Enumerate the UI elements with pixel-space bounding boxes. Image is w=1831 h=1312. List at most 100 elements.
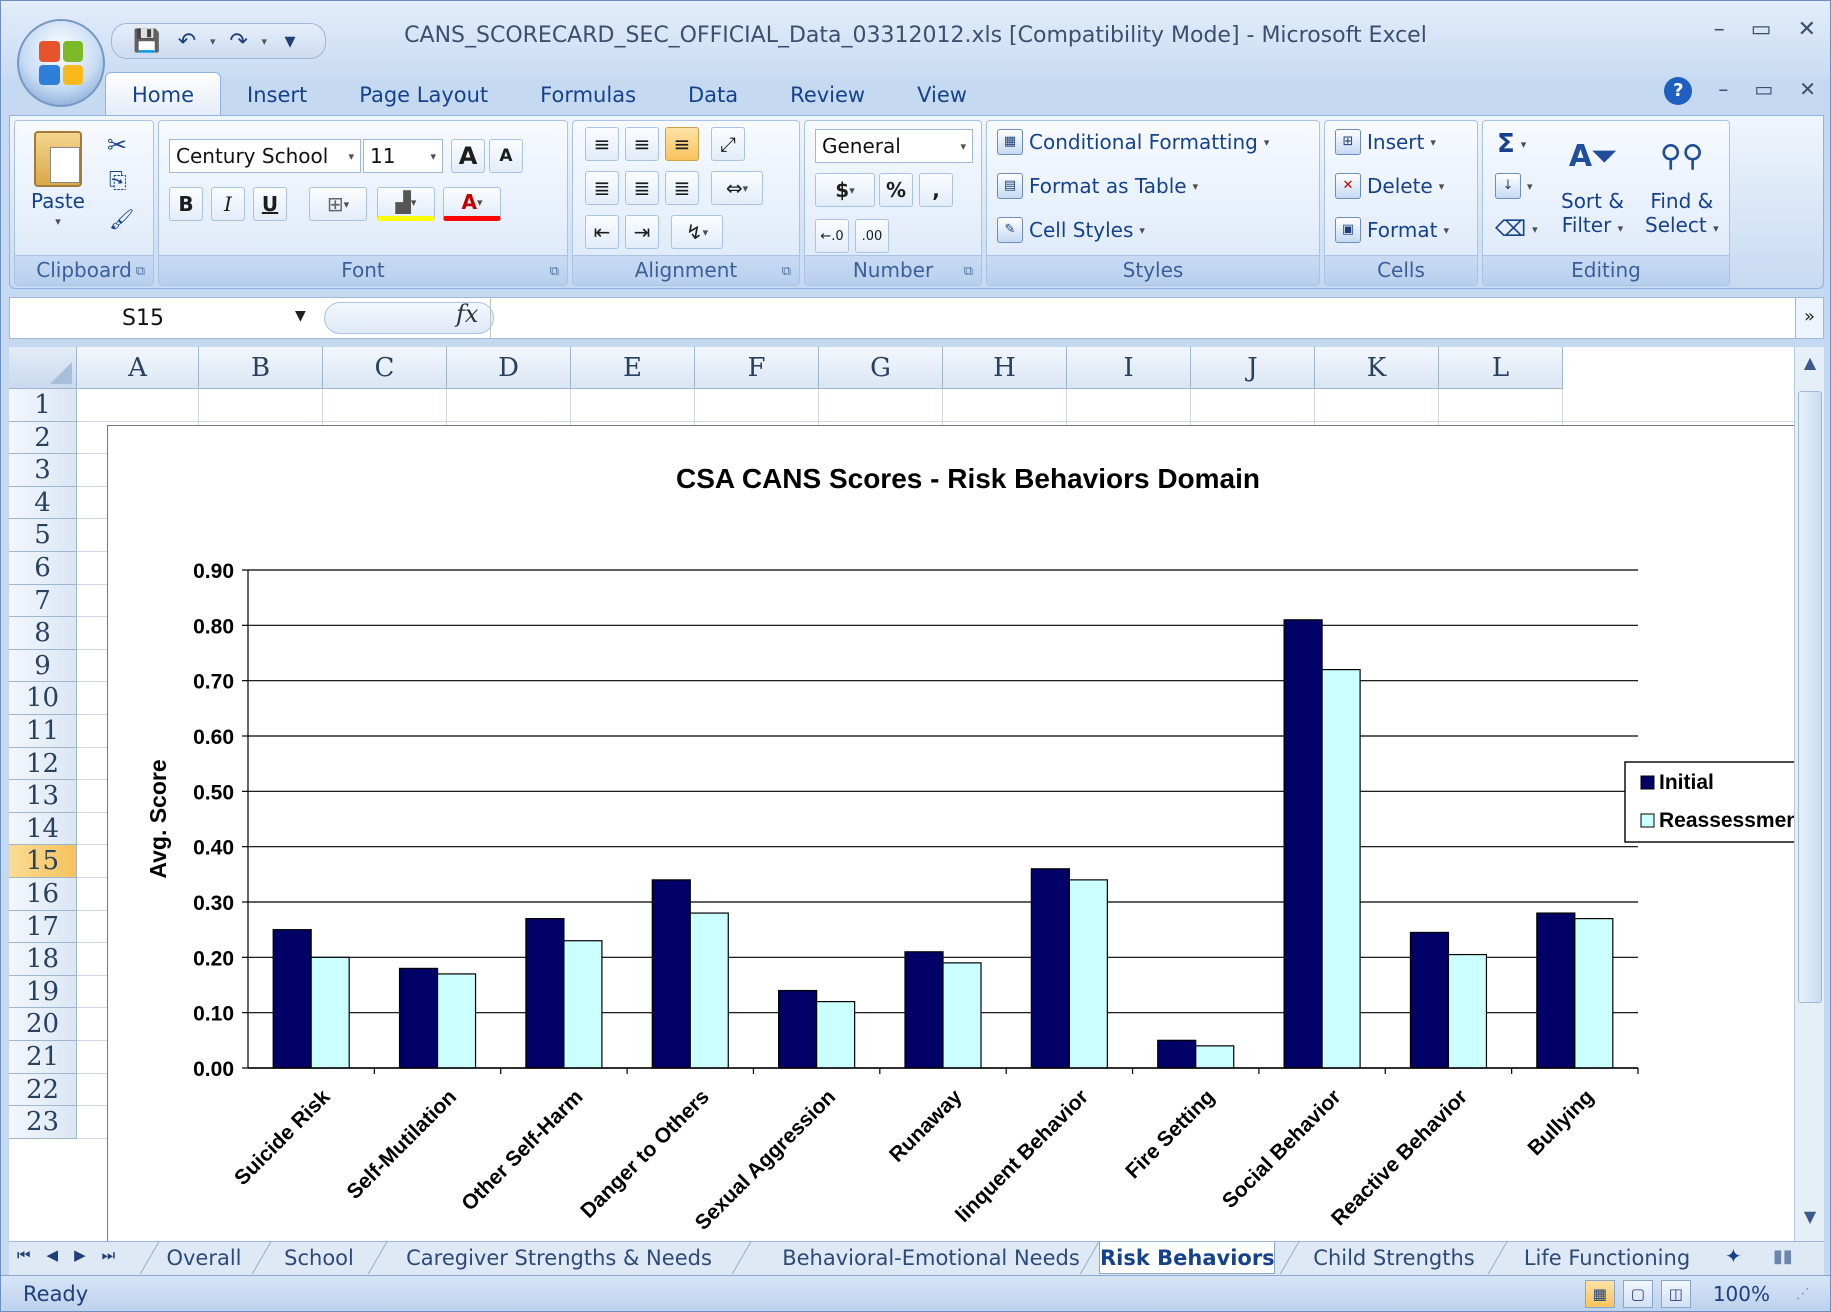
workbook-close-button[interactable]: ✕ xyxy=(1799,77,1816,105)
bold-button[interactable]: B xyxy=(169,187,203,221)
column-header-E[interactable]: E xyxy=(571,347,695,389)
chart[interactable]: CSA CANS Scores - Risk Behaviors Domain 0… xyxy=(107,425,1794,1243)
row-header-2[interactable]: 2 xyxy=(9,421,77,455)
align-center-icon[interactable]: ≣ xyxy=(625,171,659,205)
copy-icon[interactable]: ⎘ xyxy=(109,169,127,194)
column-header-I[interactable]: I xyxy=(1067,347,1191,389)
row-header-7[interactable]: 7 xyxy=(9,584,77,618)
tab-insert[interactable]: Insert xyxy=(221,83,333,117)
row-header-16[interactable]: 16 xyxy=(9,878,77,911)
cell-styles-button[interactable]: ✎ Cell Styles ▾ xyxy=(997,217,1145,243)
row-header-13[interactable]: 13 xyxy=(9,780,77,813)
column-header-L[interactable]: L xyxy=(1439,347,1563,389)
increase-decimal-icon[interactable]: ←.0 xyxy=(815,219,849,253)
sheet-tab-overall[interactable]: Overall xyxy=(159,1242,249,1274)
row-header-4[interactable]: 4 xyxy=(9,486,77,520)
normal-view-icon[interactable]: ▦ xyxy=(1584,1280,1615,1308)
worksheet-grid[interactable]: CSA CANS Scores - Risk Behaviors Domain 0… xyxy=(9,347,1794,1243)
first-sheet-icon[interactable]: ⏮ xyxy=(17,1246,31,1264)
wrap-text-icon[interactable]: ↯ ▾ xyxy=(671,215,723,249)
minimize-button[interactable]: – xyxy=(1714,17,1725,42)
shrink-font-button[interactable]: A xyxy=(489,139,523,173)
column-header-B[interactable]: B xyxy=(199,347,323,389)
office-button[interactable] xyxy=(17,19,105,107)
fill-button[interactable]: ↓ ▾ xyxy=(1495,173,1533,199)
tab-review[interactable]: Review xyxy=(764,83,891,117)
font-name-select[interactable]: Century School ▾ xyxy=(169,139,361,173)
fill-color-button[interactable]: ▟ ▾ xyxy=(377,187,435,221)
row-header-15[interactable]: 15 xyxy=(9,845,77,878)
restore-button[interactable]: ▭ xyxy=(1751,17,1772,42)
row-header-21[interactable]: 21 xyxy=(9,1041,77,1074)
underline-button[interactable]: U xyxy=(253,187,287,221)
undo-dropdown-icon[interactable]: ▾ xyxy=(210,35,216,48)
sheet-tab-behavioral-emotional-needs[interactable]: Behavioral-Emotional Needs xyxy=(751,1242,1111,1274)
format-cells-button[interactable]: ▣ Format ▾ xyxy=(1335,217,1449,243)
row-header-9[interactable]: 9 xyxy=(9,649,77,683)
name-box[interactable]: S15 xyxy=(10,298,310,338)
undo-icon[interactable]: ↶ xyxy=(170,29,204,54)
borders-button[interactable]: ⊞ ▾ xyxy=(309,187,367,221)
merge-center-icon[interactable]: ⇔ ▾ xyxy=(711,171,763,205)
paste-button[interactable]: Paste ▾ xyxy=(31,131,85,228)
font-size-select[interactable]: 11 ▾ xyxy=(363,139,443,173)
autosum-button[interactable]: Σ ▾ xyxy=(1497,129,1526,159)
page-layout-view-icon[interactable]: ▢ xyxy=(1622,1280,1653,1308)
formula-input[interactable] xyxy=(500,298,1793,338)
column-header-K[interactable]: K xyxy=(1315,347,1439,389)
number-launcher-icon[interactable]: ⧉ xyxy=(964,264,973,279)
clear-button[interactable]: ⌫ ▾ xyxy=(1495,217,1538,242)
row-header-6[interactable]: 6 xyxy=(9,552,77,585)
tab-formulas[interactable]: Formulas xyxy=(514,83,662,117)
scrollbar-thumb[interactable] xyxy=(1798,391,1822,1003)
italic-button[interactable]: I xyxy=(211,187,245,221)
delete-cells-button[interactable]: ✕ Delete ▾ xyxy=(1335,173,1444,199)
row-header-19[interactable]: 19 xyxy=(9,975,77,1009)
scroll-up-icon[interactable]: ▲ xyxy=(1795,353,1825,383)
last-sheet-icon[interactable]: ⏭ xyxy=(102,1246,116,1264)
scroll-down-icon[interactable]: ▼ xyxy=(1795,1207,1825,1237)
row-header-12[interactable]: 12 xyxy=(9,747,77,781)
customize-qat-icon[interactable]: ▾ xyxy=(273,29,307,54)
align-middle-icon[interactable]: ≡ xyxy=(625,127,659,161)
insert-cells-button[interactable]: ⊞ Insert ▾ xyxy=(1335,129,1436,155)
workbook-minimize-button[interactable]: – xyxy=(1718,77,1728,105)
currency-button[interactable]: $ ▾ xyxy=(815,173,875,207)
font-launcher-icon[interactable]: ⧉ xyxy=(550,264,559,279)
increase-indent-icon[interactable]: ⇥ xyxy=(625,215,659,249)
alignment-launcher-icon[interactable]: ⧉ xyxy=(782,264,791,279)
comma-button[interactable]: , xyxy=(919,173,953,207)
format-painter-icon[interactable]: 🖌 xyxy=(109,207,134,231)
orientation-icon[interactable]: ⤢ xyxy=(711,127,745,161)
column-header-G[interactable]: G xyxy=(819,347,943,389)
save-icon[interactable]: 💾 xyxy=(130,29,164,54)
row-header-20[interactable]: 20 xyxy=(9,1008,77,1041)
row-header-1[interactable]: 1 xyxy=(9,389,77,422)
redo-icon[interactable]: ↷ xyxy=(222,29,256,54)
row-header-5[interactable]: 5 xyxy=(9,519,77,552)
column-header-D[interactable]: D xyxy=(447,347,571,389)
insert-sheet-icon[interactable]: ✦ xyxy=(1725,1244,1742,1268)
cut-icon[interactable]: ✂ xyxy=(107,131,127,159)
close-button[interactable]: ✕ xyxy=(1798,17,1816,42)
row-header-18[interactable]: 18 xyxy=(9,943,77,976)
help-icon[interactable]: ? xyxy=(1664,77,1693,105)
sort-filter-button[interactable]: A⏷ Sort & Filter ▾ xyxy=(1561,125,1624,237)
row-header-22[interactable]: 22 xyxy=(9,1073,77,1107)
column-header-C[interactable]: C xyxy=(323,347,447,389)
column-header-H[interactable]: H xyxy=(943,347,1067,389)
row-header-17[interactable]: 17 xyxy=(9,910,77,944)
align-top-icon[interactable]: ≡ xyxy=(585,127,619,161)
tab-split-handle[interactable]: ▮▮ xyxy=(1773,1246,1793,1267)
insert-function-icon[interactable]: fx xyxy=(456,300,478,328)
prev-sheet-icon[interactable]: ◀ xyxy=(47,1246,59,1264)
workbook-restore-button[interactable]: ▭ xyxy=(1754,77,1773,105)
sheet-tab-child-strengths[interactable]: Child Strengths xyxy=(1299,1242,1489,1274)
select-all-button[interactable] xyxy=(9,347,77,389)
align-left-icon[interactable]: ≣ xyxy=(585,171,619,205)
vertical-scrollbar[interactable]: ▲ ▼ xyxy=(1794,347,1824,1243)
font-color-button[interactable]: A ▾ xyxy=(443,187,501,221)
row-header-11[interactable]: 11 xyxy=(9,715,77,748)
find-select-button[interactable]: ⚲⚲ Find & Select ▾ xyxy=(1645,125,1719,237)
name-box-dropdown-icon[interactable]: ▼ xyxy=(295,308,306,324)
